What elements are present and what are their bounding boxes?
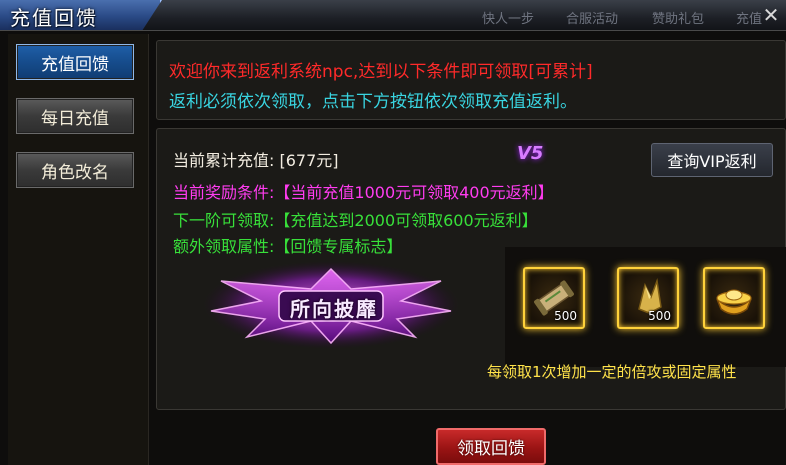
- query-vip-rebate-label: 查询VIP返利: [667, 152, 757, 171]
- bg-tab-zanzhu[interactable]: 赞助礼包: [652, 8, 704, 27]
- sidebar-item-rename-character[interactable]: 角色改名: [16, 152, 134, 188]
- sidebar: 充值回馈 每日充值 角色改名: [8, 34, 149, 465]
- extra-attribute-row: 额外领取属性:【回馈专属标志】: [173, 233, 402, 257]
- total-recharge-row: 当前累计充值: [677元]: [173, 147, 339, 171]
- claim-feedback-button[interactable]: 领取回馈: [436, 428, 546, 465]
- next-tier-value: 【充值达到2000可领取600元返利】: [274, 211, 538, 230]
- window-title: 充值回馈: [10, 6, 98, 30]
- current-condition-label: 当前奖励条件:: [173, 183, 275, 202]
- next-tier-row: 下一阶可领取:【充值达到2000可领取600元返利】: [173, 207, 538, 231]
- extra-attribute-label: 额外领取属性:: [173, 237, 275, 256]
- reward-count: 500: [554, 309, 577, 323]
- bg-tab-hefu[interactable]: 合服活动: [566, 8, 618, 27]
- reward-slots: 500 500: [505, 247, 786, 367]
- close-icon: ✕: [762, 3, 780, 27]
- sidebar-item-recharge-feedback[interactable]: 充值回馈: [16, 44, 134, 80]
- reward-count: 500: [648, 309, 671, 323]
- extra-attribute-value: 【回馈专属标志】: [274, 237, 403, 256]
- notice-line-1: 欢迎你来到返利系统npc,达到以下条件即可领取[可累计]: [169, 62, 593, 82]
- sidebar-item-label: 每日充值: [41, 108, 109, 129]
- total-recharge-label: 当前累计充值:: [173, 151, 275, 170]
- reward-slot-1[interactable]: 500: [523, 267, 585, 329]
- current-condition-row: 当前奖励条件:【当前充值1000元可领取400元返利】: [173, 179, 554, 203]
- sidebar-item-label: 充值回馈: [41, 54, 109, 75]
- close-button[interactable]: ✕: [760, 3, 782, 27]
- title-emblem: 所向披靡: [201, 259, 461, 351]
- title-bar: 充值回馈 快人一步 合服活动 赞助礼包 充值 ✕: [0, 0, 786, 31]
- vip-badge-icon: V5: [517, 143, 544, 164]
- current-condition-value: 【当前充值1000元可领取400元返利】: [274, 183, 554, 202]
- sidebar-item-label: 角色改名: [41, 162, 109, 183]
- reward-slot-3[interactable]: [703, 267, 765, 329]
- reward-note: 每领取1次增加一定的倍攻或固定属性: [487, 363, 737, 381]
- sidebar-item-daily-recharge[interactable]: 每日充值: [16, 98, 134, 134]
- gold-ingot-icon: [716, 289, 752, 315]
- reward-slot-2[interactable]: 500: [617, 267, 679, 329]
- emblem-text: 所向披靡: [290, 297, 378, 321]
- notice-panel: 欢迎你来到返利系统npc,达到以下条件即可领取[可累计] 返利必须依次领取，点击…: [156, 40, 786, 120]
- bg-tab-kuairen[interactable]: 快人一步: [482, 8, 534, 27]
- claim-feedback-label: 领取回馈: [457, 439, 525, 459]
- total-recharge-value: [677元]: [279, 151, 339, 170]
- notice-line-2: 返利必须依次领取，点击下方按钮依次领取充值返利。: [169, 92, 577, 112]
- reward-info-panel: 当前累计充值: [677元] 当前奖励条件:【当前充值1000元可领取400元返…: [156, 128, 786, 410]
- next-tier-label: 下一阶可领取:: [173, 211, 275, 230]
- query-vip-rebate-button[interactable]: 查询VIP返利: [651, 143, 773, 177]
- bg-tab-chongzhi[interactable]: 充值: [736, 8, 762, 27]
